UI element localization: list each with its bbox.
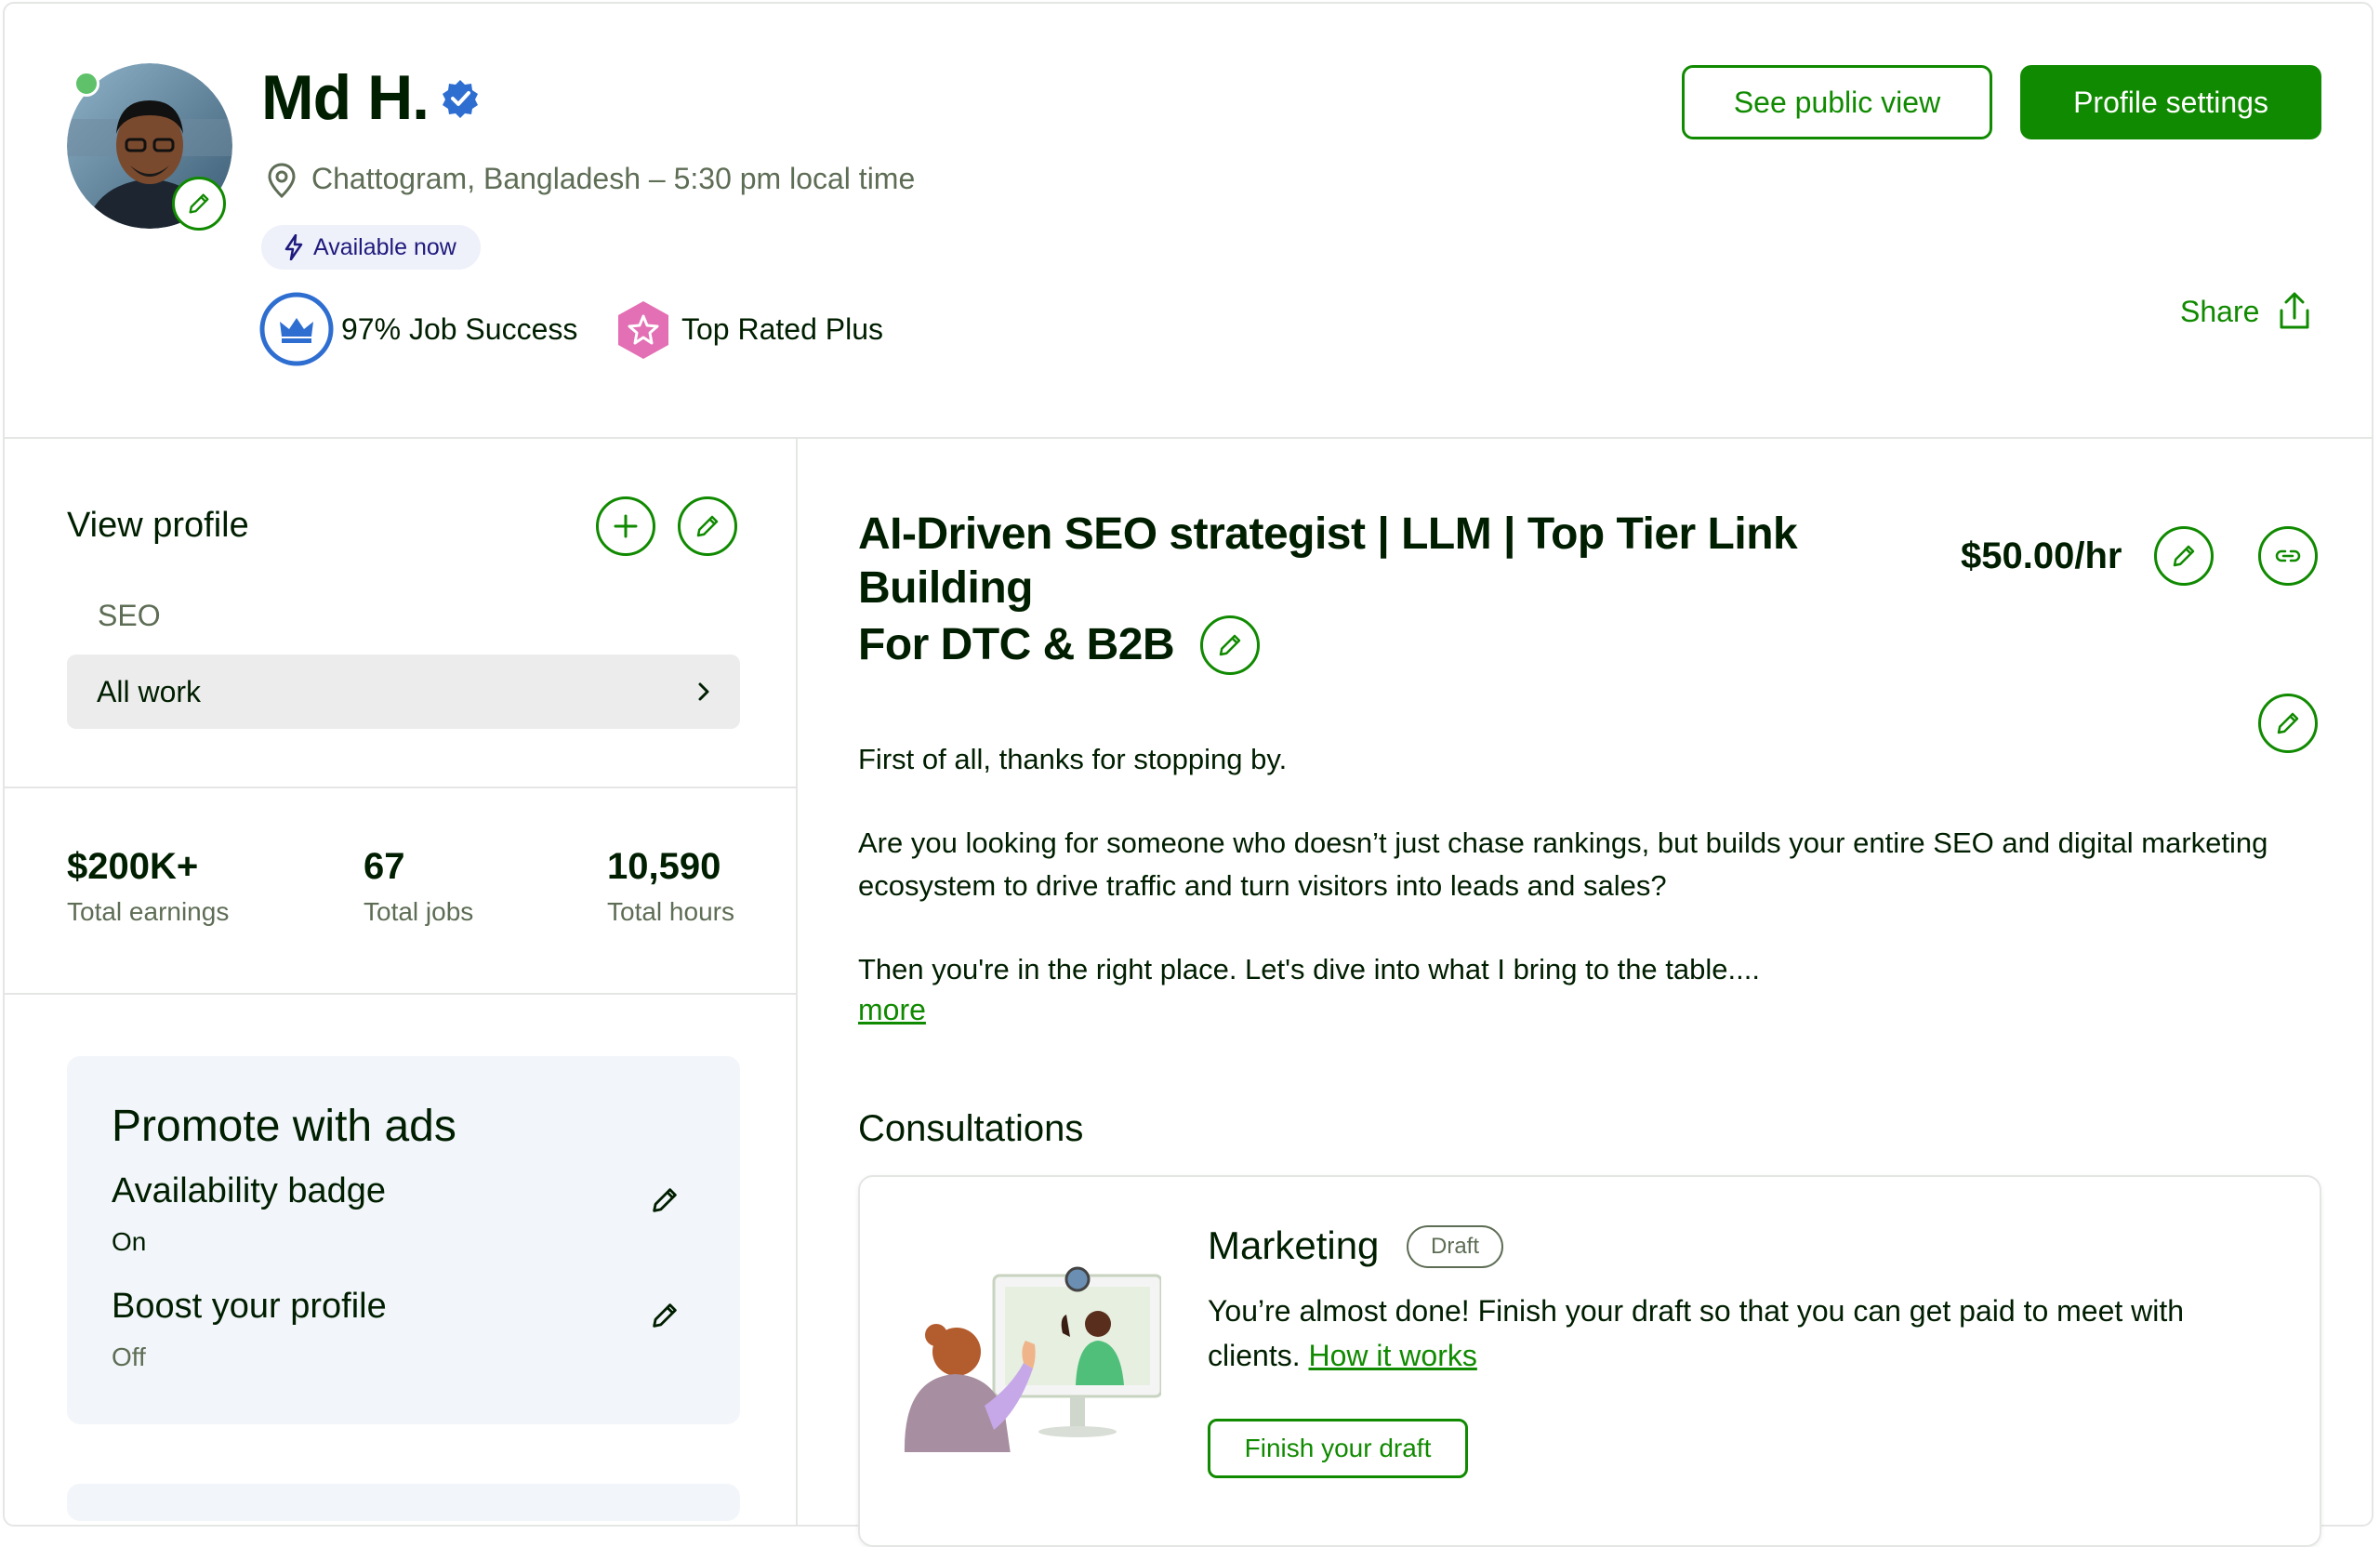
consultation-illustration: [905, 1266, 1161, 1452]
boost-profile-setting: Boost your profile: [112, 1287, 387, 1326]
overview-paragraph: Then you're in the right place. Let's di…: [858, 953, 1760, 985]
profile-name: Md H.: [261, 62, 430, 133]
more-link[interactable]: more: [858, 993, 926, 1027]
stat-label: Total jobs: [364, 897, 474, 926]
profile-settings-button[interactable]: Profile settings: [2020, 65, 2321, 139]
edit-icon[interactable]: [649, 1184, 681, 1216]
link-icon: [2275, 549, 2301, 562]
stat-total-hours: 10,590 Total hours: [607, 846, 734, 927]
add-specialized-profile-button[interactable]: [596, 496, 655, 556]
stat-label: Total hours: [607, 897, 734, 926]
stat-value: 67: [364, 846, 405, 887]
availability-badge-value: On: [112, 1227, 147, 1256]
column-divider: [796, 437, 798, 1525]
boost-profile-value: Off: [112, 1342, 146, 1371]
overview-paragraph: First of all, thanks for stopping by.: [858, 743, 1288, 775]
specialized-profile-seo[interactable]: SEO: [98, 599, 161, 633]
edit-profile-button[interactable]: [678, 496, 737, 556]
share-icon: [2280, 292, 2309, 329]
sidebar-divider: [5, 787, 796, 788]
edit-icon: [189, 193, 209, 214]
location-icon: [268, 163, 296, 199]
promote-with-ads-card: Promote with ads Availability badge On B…: [67, 1056, 740, 1424]
view-profile-title: View profile: [67, 506, 249, 545]
star-badge-icon: [618, 301, 668, 359]
top-rated-badge: Top Rated Plus: [681, 312, 884, 346]
sidebar-card: [67, 1484, 740, 1521]
stat-total-jobs: 67 Total jobs: [364, 846, 473, 927]
status-badge: Draft: [1407, 1225, 1504, 1268]
edit-title-button[interactable]: [1200, 615, 1261, 675]
plus-icon: [614, 514, 638, 538]
job-success-score: 97% Job Success: [341, 312, 578, 346]
availability-badge[interactable]: Available now: [261, 225, 481, 270]
availability-label: Available now: [313, 233, 456, 260]
lightning-icon: [284, 234, 303, 260]
header-divider: [5, 437, 2372, 439]
headline-line: For DTC & B2B: [858, 620, 1175, 669]
consultations-title: Consultations: [858, 1108, 1084, 1149]
location-text: Chattogram, Bangladesh – 5:30 pm local t…: [311, 162, 916, 195]
all-work-item[interactable]: All work: [67, 654, 740, 729]
online-status-dot: [73, 71, 99, 97]
edit-icon: [2277, 712, 2299, 734]
edit-icon: [696, 515, 719, 537]
verified-icon: [443, 80, 478, 118]
consultation-title: Marketing: [1208, 1223, 1380, 1267]
hourly-rate: $50.00/hr: [1961, 536, 2122, 576]
edit-icon[interactable]: [649, 1300, 681, 1331]
availability-badge-setting: Availability badge: [112, 1171, 387, 1210]
share-label: Share: [2180, 294, 2260, 328]
see-public-view-button[interactable]: See public view: [1682, 65, 1992, 139]
stat-label: Total earnings: [67, 897, 230, 926]
overview-paragraph: Are you looking for someone who doesn’t …: [858, 826, 2268, 902]
profile-page: Md H. Chattogram, Bangladesh – 5:30 pm l…: [3, 2, 2373, 1547]
promote-title: Promote with ads: [112, 1102, 456, 1151]
headline-line: AI-Driven SEO strategist | LLM | Top Tie…: [858, 509, 1798, 613]
how-it-works-link[interactable]: How it works: [1308, 1339, 1476, 1372]
sidebar-divider: [5, 993, 796, 995]
stat-value: 10,590: [607, 846, 721, 887]
crown-icon: [259, 292, 334, 366]
edit-icon: [1219, 634, 1241, 656]
consultation-description: You’re almost done! Finish your draft so…: [1208, 1289, 2249, 1378]
stat-value: $200K+: [67, 846, 199, 887]
edit-rate-button[interactable]: [2154, 526, 2214, 586]
edit-icon: [2173, 545, 2195, 567]
edit-avatar-button[interactable]: [172, 177, 226, 231]
consultation-card: Marketing Draft You’re almost done! Fini…: [858, 1175, 2321, 1547]
share-button[interactable]: Share: [2180, 292, 2313, 331]
stat-total-earnings: $200K+ Total earnings: [67, 846, 229, 927]
finish-draft-button[interactable]: Finish your draft: [1208, 1419, 1468, 1478]
copy-link-button[interactable]: [2258, 526, 2318, 586]
chevron-right-icon: [698, 682, 709, 701]
profile-headline: AI-Driven SEO strategist | LLM | Top Tie…: [858, 508, 1946, 675]
all-work-label: All work: [97, 674, 202, 708]
